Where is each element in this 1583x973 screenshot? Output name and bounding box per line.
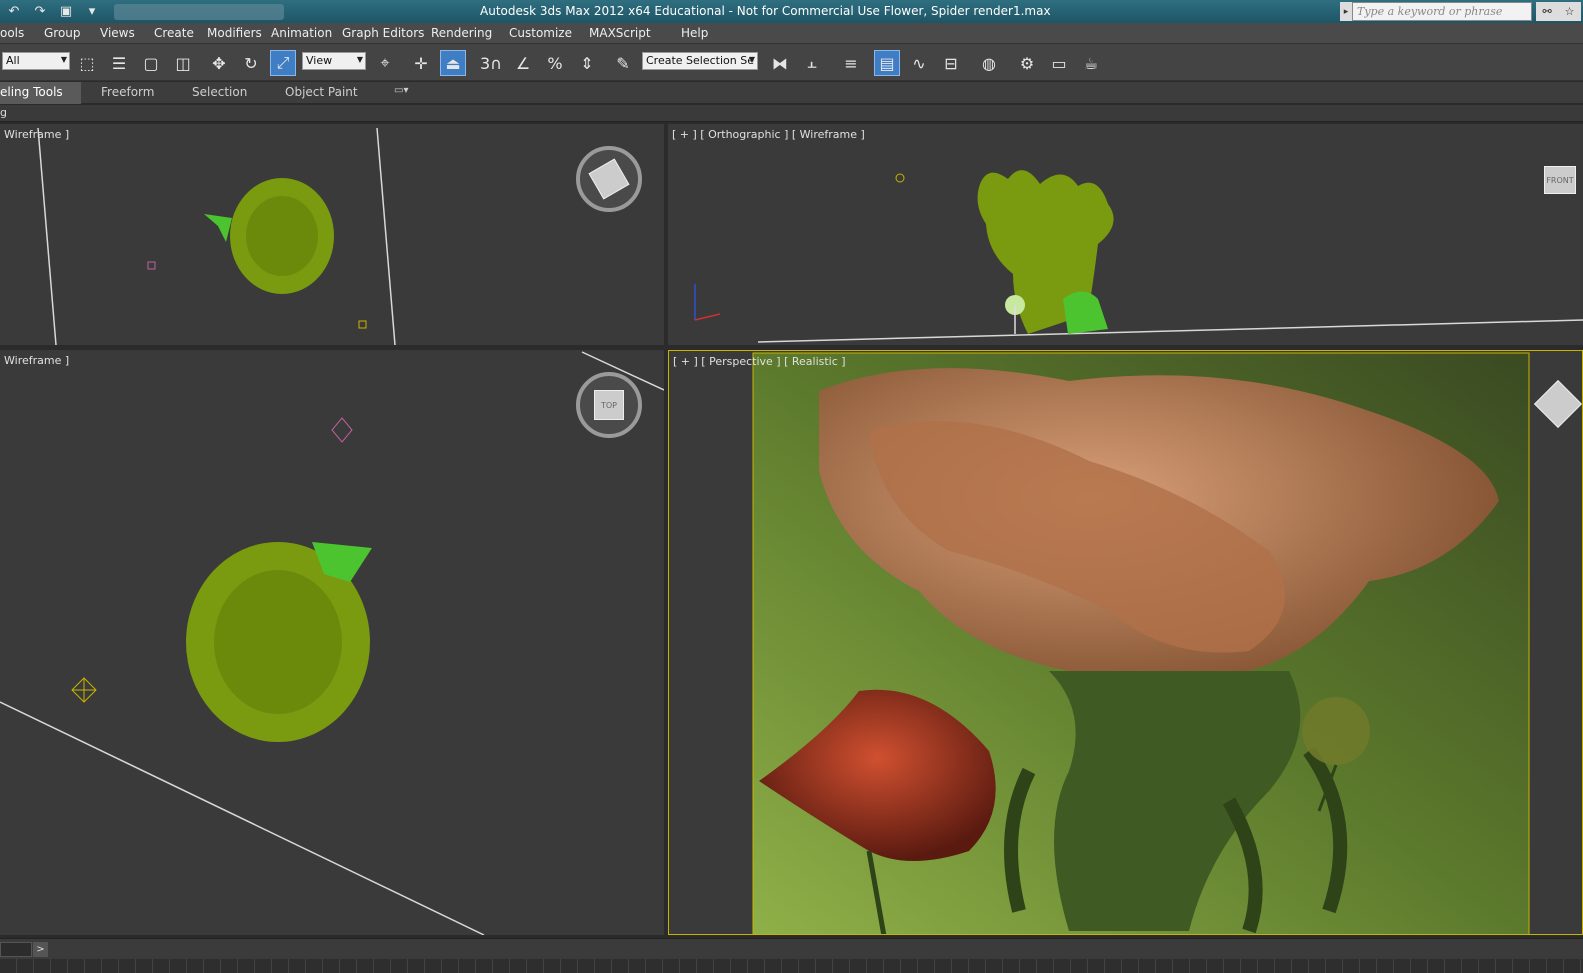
timeline-track[interactable] (0, 959, 1583, 973)
blurred-field (114, 3, 284, 20)
search-input[interactable]: Type a keyword or phrase (1352, 2, 1532, 21)
tab-freeform[interactable]: Freeform (101, 85, 154, 99)
main-toolbar: All ⬚ ☰ ▢ ◫ ✥ ↻ ⤢ View ⌖ ✛ ⏏ 3∩ ∠ % ⇕ ✎ … (0, 44, 1583, 81)
menu-customize[interactable]: Customize (509, 26, 572, 40)
viewport-top-left-canvas (37, 127, 396, 345)
menu-maxscript[interactable]: MAXScript (589, 26, 651, 40)
mirror-icon[interactable]: ⧓ (767, 50, 793, 76)
keyboard-shortcut-override-icon[interactable]: ⏏ (440, 50, 466, 76)
title-bar: ↶ ↷ ▣ ▾ Autodesk 3ds Max 2012 x64 Educat… (0, 0, 1583, 23)
spinner-snap-icon[interactable]: ⇕ (574, 50, 600, 76)
search-expand-icon[interactable]: ▸ (1340, 2, 1352, 21)
schematic-view-icon[interactable]: ⊟ (938, 50, 964, 76)
select-by-name-icon[interactable]: ☰ (106, 50, 132, 76)
viewport-top-left[interactable]: Wireframe ] (0, 124, 664, 345)
viewcube-front[interactable]: FRONT (1544, 166, 1576, 194)
menu-group[interactable]: Group (44, 26, 81, 40)
pivot-center-icon[interactable]: ⌖ (372, 50, 398, 76)
viewcube[interactable] (576, 146, 642, 212)
snap-label: 3 (480, 53, 491, 73)
viewport-label[interactable]: Wireframe ] (4, 128, 69, 141)
snaps-toggle-icon[interactable]: 3 ∩ (478, 50, 504, 76)
ribbon-tabs: eling Tools Freeform Selection Object Pa… (0, 82, 1583, 104)
menu-bar: ools Group Views Create Modifiers Animat… (0, 23, 1583, 44)
infocenter-buttons[interactable]: ⚯ ☆ (1536, 2, 1581, 21)
material-editor-icon[interactable]: ◍ (976, 50, 1002, 76)
scale-icon[interactable]: ⤢ (270, 50, 296, 76)
viewport-label[interactable]: [ + ] [ Orthographic ] [ Wireframe ] (672, 128, 865, 141)
menu-views[interactable]: Views (100, 26, 135, 40)
viewport-label[interactable]: [ + ] [ Perspective ] [ Realistic ] (673, 355, 846, 368)
select-object-icon[interactable]: ⬚ (74, 50, 100, 76)
menu-help[interactable]: Help (681, 26, 708, 40)
tab-modeling-tools[interactable]: eling Tools (0, 82, 81, 104)
rotate-icon[interactable]: ↻ (238, 50, 264, 76)
binoculars-icon[interactable]: ⚯ (1542, 5, 1551, 18)
viewport-label[interactable]: Wireframe ] (4, 354, 69, 367)
dropdown-icon[interactable]: ▾ (82, 3, 102, 21)
align-icon[interactable]: ⫠ (799, 50, 825, 76)
viewport-top-right[interactable]: [ + ] [ Orthographic ] [ Wireframe ] FRO… (668, 124, 1583, 345)
quick-access-toolbar: ↶ ↷ ▣ ▾ (0, 3, 300, 21)
time-slider-next-button[interactable]: > (33, 942, 48, 957)
selection-filter-dropdown[interactable]: All (2, 52, 70, 70)
menu-tools[interactable]: ools (0, 26, 24, 40)
window-crossing-icon[interactable]: ◫ (170, 50, 196, 76)
edit-named-selection-icon[interactable]: ✎ (610, 50, 636, 76)
redo-icon[interactable]: ↷ (30, 3, 50, 21)
undo-icon[interactable]: ↶ (4, 3, 24, 21)
tab-selection[interactable]: Selection (192, 85, 247, 99)
menu-rendering[interactable]: Rendering (431, 26, 492, 40)
menu-modifiers[interactable]: Modifiers (207, 26, 262, 40)
select-manipulate-icon[interactable]: ✛ (408, 50, 434, 76)
menu-create[interactable]: Create (154, 26, 194, 40)
render-setup-icon[interactable]: ⚙ (1014, 50, 1040, 76)
curve-editor-icon[interactable]: ∿ (906, 50, 932, 76)
star-icon[interactable]: ☆ (1565, 5, 1575, 18)
viewcube[interactable]: TOP (576, 372, 642, 438)
viewcube-top[interactable]: TOP (594, 390, 624, 420)
viewport-bottom-left[interactable]: Wireframe ] TOP (0, 350, 664, 935)
menu-graph-editors[interactable]: Graph Editors (342, 26, 424, 40)
window-title: Autodesk 3ds Max 2012 x64 Educational - … (480, 4, 1051, 18)
viewcube-face[interactable] (588, 158, 630, 200)
ribbon-panel: g (0, 105, 1583, 122)
layer-manager-icon[interactable]: ≡ (838, 50, 864, 76)
reference-coordinate-dropdown[interactable]: View (302, 52, 366, 70)
ribbon-panel-label: g (0, 106, 7, 119)
viewport-bottom-right[interactable]: [ + ] [ Perspective ] [ Realistic ] (668, 350, 1583, 935)
named-selection-dropdown[interactable]: Create Selection Se (642, 52, 758, 70)
ribbon-options-icon[interactable]: ▭▾ (394, 85, 408, 96)
tab-object-paint[interactable]: Object Paint (285, 85, 358, 99)
angle-snap-icon[interactable]: ∠ (510, 50, 536, 76)
project-folder-icon[interactable]: ▣ (56, 3, 76, 21)
graphite-tools-icon[interactable]: ▤ (874, 50, 900, 76)
render-production-icon[interactable]: ☕ (1078, 50, 1104, 76)
status-bar: > (0, 938, 1583, 973)
viewport-perspective-canvas (752, 352, 1530, 934)
viewport-bottom-left-canvas (0, 351, 664, 935)
time-slider-box[interactable] (0, 942, 32, 957)
rendered-frame-window-icon[interactable]: ▭ (1046, 50, 1072, 76)
move-icon[interactable]: ✥ (206, 50, 232, 76)
viewport-top-right-canvas (694, 170, 1583, 343)
percent-snap-icon[interactable]: % (542, 50, 568, 76)
rectangle-selection-icon[interactable]: ▢ (138, 50, 164, 76)
menu-animation[interactable]: Animation (271, 26, 332, 40)
